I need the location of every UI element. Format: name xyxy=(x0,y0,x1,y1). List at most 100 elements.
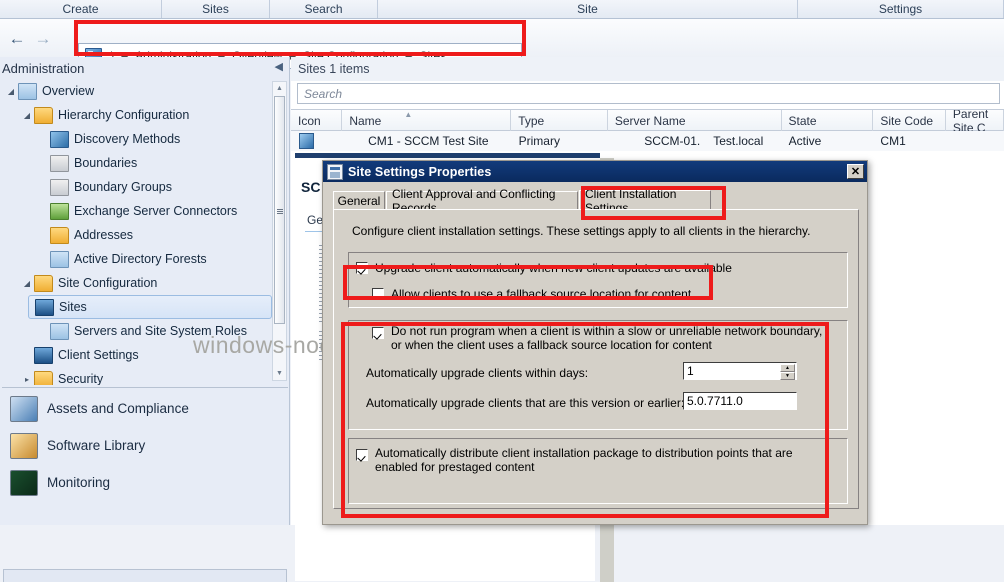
column-header-parent-site-c[interactable]: Parent Site C xyxy=(946,110,1004,131)
sidebar-item-label: Site Configuration xyxy=(58,276,158,290)
folder-icon xyxy=(34,370,53,385)
workspace-assets-and-compliance[interactable]: Assets and Compliance xyxy=(0,390,290,427)
expander-icon[interactable]: ◢ xyxy=(20,111,34,120)
dialog-title-bar[interactable]: Site Settings Properties ✕ xyxy=(323,161,867,182)
spinner-down-icon[interactable]: ▼ xyxy=(780,372,795,380)
properties-icon xyxy=(327,163,343,180)
sidebar-item-label: Exchange Server Connectors xyxy=(74,204,238,218)
spinner-stepper[interactable]: ▲ ▼ xyxy=(780,364,795,380)
sidebar-item-site-configuration[interactable]: ◢ Site Configuration xyxy=(0,271,290,295)
column-header-site-code[interactable]: Site Code xyxy=(873,110,946,131)
workspace-label: Monitoring xyxy=(47,475,111,490)
cell-parent-site xyxy=(946,131,1004,151)
expander-icon[interactable]: ▸ xyxy=(20,375,34,384)
table-row[interactable]: CM1 - SCCM Test Site Primary SCCM-01. Test.… xyxy=(291,131,1004,151)
sidebar-item-label: Boundary Groups xyxy=(74,180,172,194)
column-header-server-name[interactable]: Server Name xyxy=(608,110,782,131)
cell-type: Primary xyxy=(518,134,560,148)
value-upgrade-version-or-earlier: 5.0.7711.0 xyxy=(687,394,743,408)
servers-roles-icon xyxy=(50,322,69,340)
column-header-label: Type xyxy=(518,113,545,128)
detail-pane-accent xyxy=(295,153,600,158)
cell-state: Active xyxy=(788,134,822,148)
expander-icon[interactable]: ◢ xyxy=(20,279,34,288)
sidebar-item-overview[interactable]: ◢ Overview xyxy=(0,79,290,103)
scrollbar-thumb[interactable] xyxy=(274,96,285,324)
column-headers: Icon Name ▲ Type Server Name State Site Code Pa… xyxy=(291,109,1004,131)
column-header-type[interactable]: Type xyxy=(511,110,608,131)
sidebar-item-security[interactable]: ▸ Security xyxy=(0,367,290,385)
ribbon-tab-site[interactable]: Site xyxy=(378,0,798,18)
divider xyxy=(2,387,288,388)
ribbon-tabstrip: Create Sites Search Site Settings xyxy=(0,0,1004,19)
cell-name: CM1 - SCCM Test Site xyxy=(368,134,489,148)
sidebar-item-addresses[interactable]: Addresses xyxy=(0,223,290,247)
sidebar-item-label: Boundaries xyxy=(74,156,138,170)
scroll-up-icon[interactable]: ▲ xyxy=(273,82,286,95)
dialog-tab-client-approval-and-conflicting-records[interactable]: Client Approval and Conflicting Records xyxy=(386,187,578,215)
dialog-tab-general[interactable]: General xyxy=(333,191,385,210)
sidebar-item-boundary-groups[interactable]: Boundary Groups xyxy=(0,175,290,199)
dialog-title: Site Settings Properties xyxy=(348,164,492,179)
input-upgrade-within-days[interactable]: 1 ▲ ▼ xyxy=(683,362,797,380)
sidebar-item-label: Overview xyxy=(42,84,95,98)
workspace-list: Assets and Compliance Software Library Mon… xyxy=(0,390,290,501)
workspace-overflow[interactable] xyxy=(3,569,287,582)
cell-server-name-part2: Test.local xyxy=(713,134,764,148)
forward-arrow-icon[interactable]: → xyxy=(30,25,56,51)
list-header: Sites 1 items xyxy=(291,57,1004,81)
dialog-tab-client-installation-settings[interactable]: Client Installation Settings xyxy=(579,187,711,215)
ribbon-tab-search[interactable]: Search xyxy=(270,0,378,18)
cell-site-code: CM1 xyxy=(880,134,906,148)
workspace-monitoring[interactable]: Monitoring xyxy=(0,464,290,501)
checkbox-auto-distribute-prestaged[interactable] xyxy=(356,449,368,461)
software-library-icon xyxy=(10,432,38,459)
checkbox-upgrade-client-automatically[interactable] xyxy=(356,262,368,274)
sidebar-item-hierarchy-configuration[interactable]: ◢ Hierarchy Configuration xyxy=(0,103,290,127)
back-arrow-icon[interactable]: ← xyxy=(4,25,30,51)
search-input[interactable]: Search xyxy=(297,83,1000,104)
sidebar-item-label: Hierarchy Configuration xyxy=(58,108,190,122)
ribbon-tab-create[interactable]: Create xyxy=(0,0,162,18)
column-header-label: Server Name xyxy=(614,113,686,128)
client-installation-settings-panel: Configure client installation settings. … xyxy=(333,209,859,509)
search-placeholder: Search xyxy=(304,86,343,101)
spinner-up-icon[interactable]: ▲ xyxy=(780,364,795,372)
column-header-label: State xyxy=(788,113,817,128)
sidebar-item-label: Sites xyxy=(59,300,87,314)
sites-icon xyxy=(35,298,54,316)
checkbox-do-not-run-program-slow-network[interactable] xyxy=(372,327,384,339)
overview-icon xyxy=(18,82,37,100)
sidebar-item-label: Client Settings xyxy=(58,348,139,362)
page-title: Administration xyxy=(2,60,85,76)
cell-server-name-part1: SCCM-01. xyxy=(644,134,701,148)
workspace-label: Software Library xyxy=(47,438,146,453)
client-settings-icon xyxy=(34,346,53,364)
dialog-tabstrip: General Client Approval and Conflicting R… xyxy=(333,187,712,215)
site-settings-properties-dialog: Site Settings Properties ✕ General Client… xyxy=(322,160,868,525)
ribbon-tab-settings[interactable]: Settings xyxy=(798,0,1004,18)
detail-title: SC xyxy=(301,179,321,195)
ribbon-tab-sites[interactable]: Sites xyxy=(162,0,270,18)
sidebar-item-sites[interactable]: Sites xyxy=(28,295,272,319)
column-header-name[interactable]: Name ▲ xyxy=(342,110,512,131)
scroll-down-icon[interactable]: ▼ xyxy=(273,367,286,380)
column-header-icon[interactable]: Icon xyxy=(291,110,343,131)
workspace-label: Assets and Compliance xyxy=(47,401,189,416)
label-upgrade-within-days: Automatically upgrade clients within day… xyxy=(366,366,589,380)
sidebar-item-active-directory-forests[interactable]: Active Directory Forests xyxy=(0,247,290,271)
checkbox-allow-fallback-source-location[interactable] xyxy=(372,288,384,300)
sort-ascending-icon: ▲ xyxy=(404,110,413,119)
collapse-pane-icon[interactable]: ◀ xyxy=(275,60,283,73)
discovery-methods-icon xyxy=(50,130,69,148)
label-do-not-run-program-slow-network: Do not run program when a client is with… xyxy=(391,324,823,352)
sidebar-item-boundaries[interactable]: Boundaries xyxy=(0,151,290,175)
workspace-software-library[interactable]: Software Library xyxy=(0,427,290,464)
sidebar-item-label: Discovery Methods xyxy=(74,132,181,146)
expander-icon[interactable]: ◢ xyxy=(4,87,18,96)
sidebar-item-discovery-methods[interactable]: Discovery Methods xyxy=(0,127,290,151)
input-upgrade-version-or-earlier[interactable]: 5.0.7711.0 xyxy=(683,392,797,410)
sidebar-item-exchange-server-connectors[interactable]: Exchange Server Connectors xyxy=(0,199,290,223)
column-header-state[interactable]: State xyxy=(782,110,874,131)
close-icon[interactable]: ✕ xyxy=(847,164,864,179)
